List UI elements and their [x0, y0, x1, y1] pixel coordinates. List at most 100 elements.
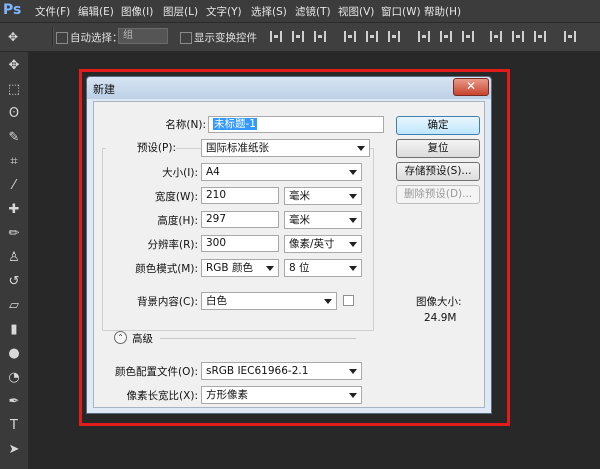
menu-type[interactable]: 文字(Y): [206, 4, 242, 19]
width-field[interactable]: 210: [201, 187, 279, 204]
menu-layer[interactable]: 图层(L): [163, 4, 198, 19]
eyedropper-icon[interactable]: ⁄: [6, 178, 22, 194]
height-label: 高度(H):: [157, 215, 198, 227]
brush-icon[interactable]: ✏: [6, 226, 22, 242]
pixel-aspect-dropdown[interactable]: 方形像素: [201, 386, 362, 404]
height-unit-dropdown[interactable]: 毫米: [284, 211, 362, 229]
align-bottom-icon[interactable]: [314, 31, 326, 42]
close-button[interactable]: ✕: [453, 78, 489, 96]
move-tool-icon[interactable]: ✥: [5, 29, 21, 45]
align-horizontal-center-icon[interactable]: [366, 31, 378, 42]
pixel-aspect-label: 像素长宽比(X):: [126, 390, 198, 402]
background-color-swatch[interactable]: [343, 295, 354, 306]
chevron-down-icon: [349, 218, 357, 223]
menu-bar: Ps 文件(F) 编辑(E) 图像(I) 图层(L) 文字(Y) 选择(S) 滤…: [0, 0, 600, 23]
color-mode-value: RGB 颜色: [206, 262, 253, 274]
history-brush-icon[interactable]: ↺: [6, 274, 22, 290]
resolution-unit-value: 像素/英寸: [289, 238, 335, 250]
menu-select[interactable]: 选择(S): [251, 4, 287, 19]
eraser-icon[interactable]: ▱: [6, 298, 22, 314]
reset-button[interactable]: 复位: [396, 139, 480, 158]
distribute-horizontal-icon[interactable]: [512, 31, 524, 42]
type-icon[interactable]: T: [6, 418, 22, 434]
distribute-left-icon[interactable]: [490, 31, 502, 42]
new-document-dialog: 新建 ✕ 名称(N): 未标题-1 预设(P): 国际标准纸张 大小(I): A…: [86, 76, 492, 414]
options-separator: [52, 27, 54, 47]
menu-file[interactable]: 文件(F): [35, 4, 70, 19]
tools-panel: ✥ ⬚ ʘ ✎ ⌗ ⁄ ✚ ✏ ♙ ↺ ▱ ▮ ● ◔ ✒ T ➤: [0, 52, 29, 469]
height-unit-value: 毫米: [289, 214, 310, 226]
color-mode-dropdown[interactable]: RGB 颜色: [201, 259, 279, 277]
auto-select-dropdown[interactable]: 组: [118, 28, 168, 44]
background-dropdown[interactable]: 白色: [201, 292, 337, 310]
width-label: 宽度(W):: [154, 191, 198, 203]
marquee-icon[interactable]: ⬚: [6, 82, 22, 98]
path-select-icon[interactable]: ➤: [6, 442, 22, 458]
size-dropdown[interactable]: A4: [201, 163, 362, 181]
dodge-icon[interactable]: ◔: [6, 370, 22, 386]
background-label: 背景内容(C):: [136, 296, 198, 308]
chevron-down-icon: [349, 369, 357, 374]
crop-icon[interactable]: ⌗: [6, 154, 22, 170]
chevron-down-icon: [349, 393, 357, 398]
chevron-down-icon: [349, 242, 357, 247]
bit-depth-value: 8 位: [289, 262, 310, 274]
chevron-down-icon: [357, 146, 365, 151]
preset-dropdown[interactable]: 国际标准纸张: [201, 139, 370, 157]
dialog-titlebar: 新建 ✕: [87, 77, 491, 99]
stamp-icon[interactable]: ♙: [6, 250, 22, 266]
chevron-down-icon: [349, 266, 357, 271]
ok-button[interactable]: 确定: [396, 116, 480, 135]
menu-image[interactable]: 图像(I): [121, 4, 153, 19]
align-right-icon[interactable]: [388, 31, 400, 42]
align-left-icon[interactable]: [344, 31, 356, 42]
name-field[interactable]: 未标题-1: [208, 116, 384, 133]
distribute-right-icon[interactable]: [534, 31, 546, 42]
blur-icon[interactable]: ●: [6, 346, 22, 362]
menu-edit[interactable]: 编辑(E): [78, 4, 114, 19]
align-vertical-center-icon[interactable]: [292, 31, 304, 42]
menu-window[interactable]: 窗口(W): [381, 4, 421, 19]
chevron-down-icon: [266, 266, 274, 271]
healing-brush-icon[interactable]: ✚: [6, 202, 22, 218]
color-profile-label: 颜色配置文件(O):: [115, 366, 198, 378]
move-icon[interactable]: ✥: [6, 58, 22, 74]
align-top-icon[interactable]: [270, 31, 282, 42]
image-size-value: 24.9M: [424, 312, 457, 324]
auto-align-icon[interactable]: [564, 31, 576, 42]
auto-select-checkbox[interactable]: [56, 32, 68, 44]
delete-preset-button[interactable]: 删除预设(D)...: [396, 185, 480, 204]
menu-help[interactable]: 帮助(H): [424, 4, 461, 19]
color-mode-label: 颜色模式(M):: [135, 263, 198, 275]
collapse-advanced-icon[interactable]: ⌃: [114, 331, 127, 344]
chevron-down-icon: [349, 194, 357, 199]
distribute-center-icon[interactable]: [440, 31, 452, 42]
bit-depth-dropdown[interactable]: 8 位: [284, 259, 362, 277]
image-size-label: 图像大小:: [416, 296, 462, 308]
show-transform-checkbox[interactable]: [180, 32, 192, 44]
show-transform-label: 显示变换控件: [194, 32, 257, 44]
gradient-icon[interactable]: ▮: [6, 322, 22, 338]
distribute-top-icon[interactable]: [418, 31, 430, 42]
color-profile-dropdown[interactable]: sRGB IEC61966-2.1: [201, 362, 362, 380]
options-bar: ✥ 自动选择： 组 显示变换控件: [0, 23, 600, 52]
distribute-bottom-icon[interactable]: [462, 31, 474, 42]
advanced-divider: [160, 338, 356, 339]
name-value: 未标题-1: [213, 118, 257, 130]
lasso-icon[interactable]: ʘ: [6, 106, 22, 122]
resolution-unit-dropdown[interactable]: 像素/英寸: [284, 235, 362, 253]
save-preset-button[interactable]: 存储预设(S)...: [396, 162, 480, 181]
pen-icon[interactable]: ✒: [6, 394, 22, 410]
width-unit-dropdown[interactable]: 毫米: [284, 187, 362, 205]
chevron-down-icon: [349, 170, 357, 175]
size-value: A4: [206, 166, 220, 178]
menu-view[interactable]: 视图(V): [338, 4, 374, 19]
name-label: 名称(N):: [165, 119, 206, 131]
pixel-aspect-value: 方形像素: [206, 389, 248, 401]
advanced-label: 高级: [132, 333, 153, 345]
quick-select-icon[interactable]: ✎: [6, 130, 22, 146]
height-field[interactable]: 297: [201, 211, 279, 228]
menu-filter[interactable]: 滤镜(T): [295, 4, 331, 19]
color-profile-value: sRGB IEC61966-2.1: [206, 365, 309, 377]
resolution-field[interactable]: 300: [201, 235, 279, 252]
